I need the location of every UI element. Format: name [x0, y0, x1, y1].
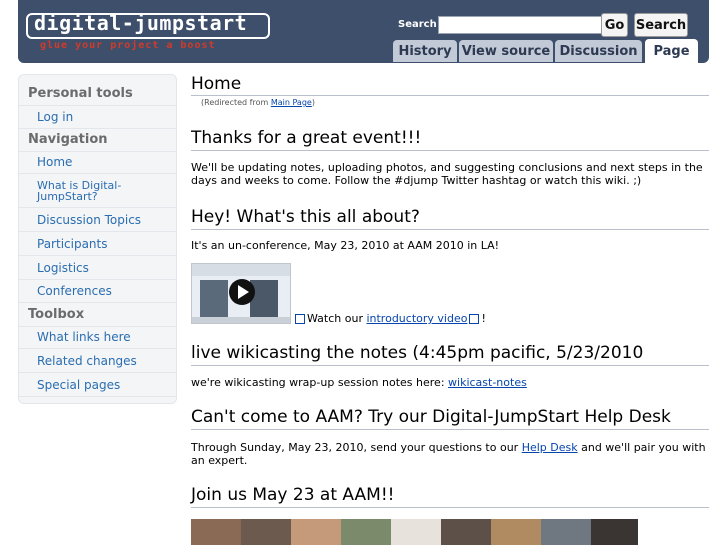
- divider: [19, 207, 176, 208]
- sidebar-item-conferences[interactable]: Conferences: [37, 285, 112, 297]
- divider: [19, 128, 176, 129]
- participant-photo: [291, 519, 341, 545]
- site-header: digital-jumpstart glue your project a bo…: [18, 0, 709, 63]
- tab-history[interactable]: History: [393, 40, 457, 62]
- section-heading: Join us May 23 at AAM!!: [191, 485, 395, 505]
- divider: [19, 348, 176, 349]
- video-thumbnail-image: [192, 264, 290, 323]
- page-title: Home: [191, 74, 242, 94]
- redirect-prefix: (Redirected from: [201, 98, 271, 107]
- divider: [191, 429, 709, 430]
- wikicast-notes-link[interactable]: wikicast-notes: [448, 376, 527, 389]
- redirect-note: (Redirected from Main Page): [201, 98, 315, 107]
- introductory-video-link[interactable]: introductory video: [366, 312, 467, 325]
- personal-tools-title: Personal tools: [28, 86, 133, 101]
- divider: [191, 229, 709, 230]
- sidebar: Personal tools Log in Navigation Home Wh…: [18, 74, 177, 404]
- section-text: It's an un-conference, May 23, 2010 at A…: [191, 239, 500, 252]
- divider: [19, 326, 176, 327]
- divider: [191, 507, 709, 508]
- divider: [19, 173, 176, 174]
- thumb-person-right: [250, 280, 278, 318]
- thumb-footer: [192, 317, 290, 323]
- section-heading: live wikicasting the notes (4:45pm pacif…: [191, 343, 644, 363]
- sidebar-item-special-pages[interactable]: Special pages: [37, 379, 120, 391]
- divider: [19, 255, 176, 256]
- toolbox-title: Toolbox: [28, 307, 85, 322]
- divider: [19, 105, 176, 106]
- participant-photo: [491, 519, 541, 545]
- section-heading: Can't come to AAM? Try our Digital-JumpS…: [191, 407, 671, 427]
- help-desk-link[interactable]: Help Desk: [522, 441, 578, 454]
- search-button[interactable]: Search: [634, 13, 688, 37]
- sidebar-item-discussion-topics[interactable]: Discussion Topics: [37, 214, 141, 226]
- search-input[interactable]: [438, 16, 602, 34]
- tab-view-source[interactable]: View source: [459, 40, 553, 62]
- divider: [19, 372, 176, 373]
- sidebar-item-logistics[interactable]: Logistics: [37, 262, 89, 274]
- participant-photo: [341, 519, 391, 545]
- participant-photo: [591, 519, 638, 545]
- wikicast-text: we're wikicasting wrap-up session notes …: [191, 376, 449, 389]
- divider: [19, 396, 176, 397]
- section-text: Through Sunday, May 23, 2010, send your …: [191, 441, 709, 467]
- thumb-person-left: [200, 280, 228, 318]
- divider: [191, 150, 709, 151]
- tab-discussion[interactable]: Discussion: [555, 40, 642, 62]
- participant-photo: [541, 519, 591, 545]
- participant-photos: [191, 519, 638, 545]
- video-suffix: !: [481, 312, 486, 325]
- sidebar-item-participants[interactable]: Participants: [37, 238, 108, 250]
- sidebar-item-home[interactable]: Home: [37, 156, 72, 168]
- external-link-icon: [295, 314, 305, 324]
- video-caption: Watch our introductory video!: [293, 312, 593, 325]
- search-label: Search: [398, 19, 437, 30]
- redirect-suffix: ): [311, 98, 315, 107]
- section-text: We'll be updating notes, uploading photo…: [191, 161, 703, 187]
- divider: [19, 302, 176, 303]
- divider: [19, 279, 176, 280]
- sidebar-item-log-in[interactable]: Log in: [37, 111, 73, 123]
- participant-photo: [441, 519, 491, 545]
- video-thumbnail[interactable]: [191, 263, 291, 324]
- thumb-bar: [192, 264, 290, 276]
- sidebar-item-what-is-2[interactable]: JumpStart?: [37, 191, 98, 202]
- divider: [19, 151, 176, 152]
- navigation-title: Navigation: [28, 132, 108, 147]
- participant-photo: [191, 519, 241, 545]
- help-desk-text: Through Sunday, May 23, 2010, send your …: [191, 441, 522, 454]
- divider: [191, 365, 709, 366]
- site-logo[interactable]: digital-jumpstart: [34, 11, 247, 35]
- section-heading: Hey! What's this all about?: [191, 207, 420, 227]
- section-heading: Thanks for a great event!!!: [191, 128, 422, 148]
- sidebar-item-what-links-here[interactable]: What links here: [37, 331, 131, 343]
- section-text: we're wikicasting wrap-up session notes …: [191, 376, 709, 389]
- divider: [191, 95, 709, 96]
- site-tagline: glue your project a boost: [40, 40, 216, 51]
- tab-page[interactable]: Page: [645, 39, 698, 63]
- participant-photo: [391, 519, 441, 545]
- video-prefix: Watch our: [307, 312, 367, 325]
- go-button[interactable]: Go: [601, 13, 628, 37]
- external-link-icon: [469, 314, 480, 324]
- sidebar-item-related-changes[interactable]: Related changes: [37, 355, 137, 367]
- divider: [19, 231, 176, 232]
- participant-photo: [241, 519, 291, 545]
- redirect-link[interactable]: Main Page: [271, 98, 312, 107]
